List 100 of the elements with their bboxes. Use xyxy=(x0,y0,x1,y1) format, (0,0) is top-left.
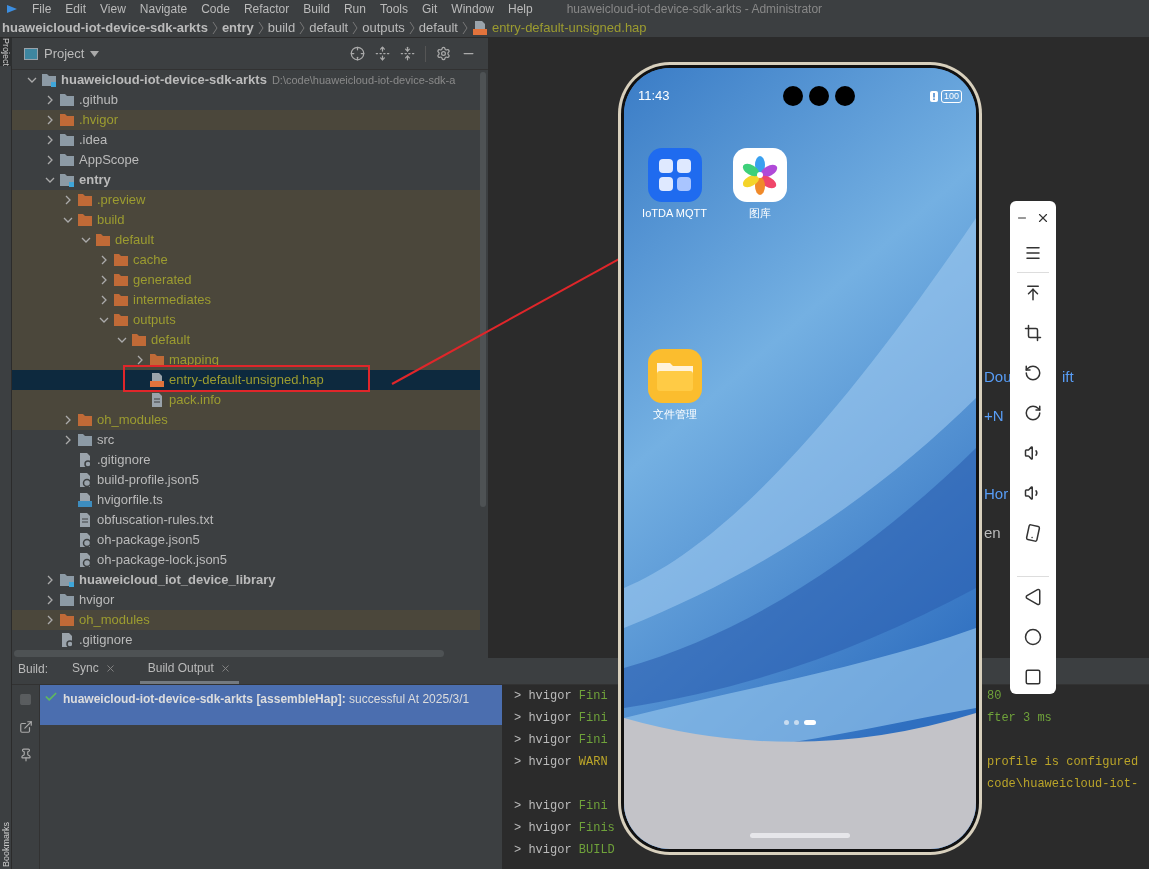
chevron-down-icon[interactable] xyxy=(99,315,109,325)
crop-icon[interactable] xyxy=(1024,324,1042,342)
status-time: 11:43 xyxy=(638,87,670,106)
menu-item[interactable]: Git xyxy=(421,0,438,18)
tree-item[interactable]: .github xyxy=(12,90,480,110)
menu-item[interactable]: Code xyxy=(201,0,230,18)
chevron-right-icon[interactable] xyxy=(99,275,109,285)
expand-all-icon[interactable] xyxy=(375,46,390,61)
chevron-down-icon[interactable] xyxy=(45,175,55,185)
breadcrumb-item[interactable]: entry-default-unsigned.hap xyxy=(491,17,647,38)
menu-item[interactable]: Help xyxy=(508,0,533,18)
tree-item[interactable]: .hvigor xyxy=(12,110,480,130)
console-line: code\huaweicloud-iot- xyxy=(987,777,1139,791)
chevron-right-icon[interactable] xyxy=(135,355,145,365)
home-icon[interactable] xyxy=(1024,628,1042,646)
chevron-down-icon[interactable] xyxy=(81,235,91,245)
tree-item[interactable]: cache xyxy=(12,250,480,270)
tree-item[interactable]: build-profile.json5 xyxy=(12,470,480,490)
menu-icon[interactable] xyxy=(1024,244,1042,262)
tree-item[interactable]: pack.info xyxy=(12,390,480,410)
chevron-right-icon[interactable] xyxy=(63,195,73,205)
folder-icon xyxy=(77,433,93,447)
folder-icon xyxy=(77,413,93,427)
breadcrumb-item[interactable]: entry xyxy=(221,17,254,38)
recents-icon[interactable] xyxy=(1024,668,1042,686)
menu-item[interactable]: Run xyxy=(343,0,366,18)
tree-item[interactable]: oh-package.json5 xyxy=(12,530,480,550)
settings-icon[interactable] xyxy=(436,46,451,61)
menu-item[interactable]: Edit xyxy=(65,0,87,18)
tree-item[interactable]: build xyxy=(12,210,480,230)
locate-icon[interactable] xyxy=(350,46,365,61)
close-icon[interactable] xyxy=(1036,211,1050,225)
side-tab[interactable]: Bookmarks xyxy=(0,822,11,867)
tree-item[interactable]: .gitignore xyxy=(12,450,480,470)
rotate-left-icon[interactable] xyxy=(1024,364,1042,382)
pin-top-icon[interactable] xyxy=(1024,284,1042,302)
chevron-right-icon[interactable] xyxy=(45,155,55,165)
flower-icon[interactable] xyxy=(732,148,787,202)
chevron-right-icon[interactable] xyxy=(99,295,109,305)
chevron-down-icon[interactable] xyxy=(117,335,127,345)
breadcrumb-item[interactable]: default xyxy=(418,17,458,38)
menu-item[interactable]: Build xyxy=(303,0,330,18)
tree-item[interactable]: oh_modules xyxy=(12,410,480,430)
app-label: 图库 xyxy=(748,206,771,221)
build-result-row[interactable]: huaweicloud-iot-device-sdk-arkts [assembleHap]: successful At 2025/3/1 xyxy=(40,685,502,725)
menu-item[interactable]: File xyxy=(32,0,52,18)
chevron-right-icon[interactable] xyxy=(45,615,55,625)
open-external-icon[interactable] xyxy=(18,720,33,734)
rotate-right-icon[interactable] xyxy=(1024,404,1042,422)
back-icon[interactable] xyxy=(1024,588,1042,606)
pin-icon[interactable] xyxy=(18,748,33,762)
tree-item[interactable]: intermediates xyxy=(12,290,480,310)
chevron-right-icon[interactable] xyxy=(63,435,73,445)
app-label: IoTDA MQTT xyxy=(642,206,707,221)
tree-item[interactable]: AppScope xyxy=(12,150,480,170)
console-line: > hvigor WARN xyxy=(514,755,608,769)
tree-item[interactable]: default xyxy=(12,330,480,350)
tree-item[interactable]: outputs xyxy=(12,310,480,330)
menu-item[interactable]: Refactor xyxy=(243,0,290,18)
chevron-right-icon[interactable] xyxy=(45,595,55,605)
tree-item[interactable]: entry xyxy=(12,170,480,190)
panel-tab[interactable]: Sync xyxy=(64,659,124,684)
tree-item[interactable]: src xyxy=(12,430,480,450)
menu-item[interactable]: View xyxy=(100,0,126,18)
chevron-right-icon[interactable] xyxy=(45,115,55,125)
app-grid-icon[interactable] xyxy=(647,148,702,202)
breadcrumb-item[interactable]: outputs xyxy=(362,17,405,38)
chevron-right-icon[interactable] xyxy=(45,95,55,105)
breadcrumb-item[interactable]: default xyxy=(309,17,349,38)
chevron-right-icon[interactable] xyxy=(45,575,55,585)
collapse-all-icon[interactable] xyxy=(400,46,415,61)
breadcrumb-separator-icon xyxy=(299,20,306,35)
breadcrumb-item[interactable]: build xyxy=(267,17,296,38)
menu-item[interactable]: Tools xyxy=(379,0,408,18)
tree-item[interactable]: generated xyxy=(12,270,480,290)
menu-item[interactable]: Window xyxy=(451,0,494,18)
tree-item[interactable]: oh_modules xyxy=(12,610,480,630)
panel-title[interactable]: Project xyxy=(44,43,85,64)
folder-app-icon[interactable] xyxy=(647,348,702,403)
tree-item[interactable]: obfuscation-rules.txt xyxy=(12,510,480,530)
tree-item[interactable]: huaweicloud-iot-device-sdk-arkts D:\code\huaweicloud-iot-device-sdk-a xyxy=(12,70,480,90)
tree-item[interactable]: .gitignore xyxy=(12,630,480,650)
tree-item[interactable]: .idea xyxy=(12,130,480,150)
scrollbar-thumb[interactable] xyxy=(480,72,486,507)
chevron-right-icon[interactable] xyxy=(45,135,55,145)
tree-item[interactable]: huaweicloud_iot_device_library xyxy=(12,570,480,590)
chevron-right-icon[interactable] xyxy=(99,255,109,265)
breadcrumb-item[interactable]: huaweicloud-iot-device-sdk-arkts xyxy=(2,17,208,38)
dropdown-caret-icon[interactable] xyxy=(90,50,100,57)
menu-item[interactable]: Navigate xyxy=(139,0,188,18)
tree-item[interactable]: hvigorfile.ts xyxy=(12,490,480,510)
chevron-right-icon[interactable] xyxy=(63,415,73,425)
chevron-down-icon[interactable] xyxy=(63,215,73,225)
chevron-down-icon[interactable] xyxy=(27,75,37,85)
tree-item[interactable]: hvigor xyxy=(12,590,480,610)
tree-item[interactable]: oh-package-lock.json5 xyxy=(12,550,480,570)
tree-item[interactable]: entry-default-unsigned.hap xyxy=(12,370,480,390)
side-tab[interactable]: Project xyxy=(0,38,13,66)
tree-item[interactable]: .preview xyxy=(12,190,480,210)
tree-item[interactable]: default xyxy=(12,230,480,250)
